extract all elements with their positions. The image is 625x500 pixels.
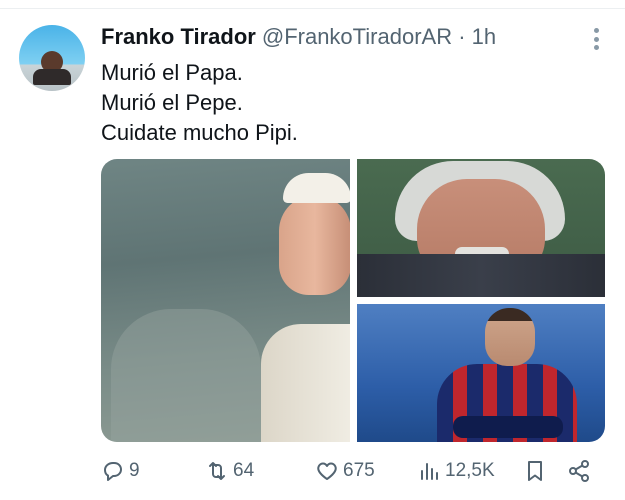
like-count: 675 <box>343 460 375 481</box>
views-button[interactable]: 12,5K <box>417 456 495 486</box>
separator-dot: · <box>458 24 466 49</box>
author-name[interactable]: Franko Tirador <box>101 24 256 50</box>
repost-icon <box>209 462 225 480</box>
tweet-line: Cuidate mucho Pipi. <box>101 120 298 145</box>
reply-icon <box>104 462 122 481</box>
top-divider <box>0 0 625 9</box>
repost-button[interactable]: 64 <box>205 456 254 486</box>
author-handle[interactable]: @FrankoTiradorAR · 1h <box>262 24 496 50</box>
bookmark-icon <box>528 461 542 481</box>
timestamp[interactable]: 1h <box>472 24 496 49</box>
tweet-line: Murió el Papa. <box>101 60 243 85</box>
share-button[interactable] <box>567 456 591 486</box>
pepe-photo[interactable] <box>357 159 605 297</box>
heart-icon <box>317 462 337 480</box>
tweet-text: Murió el Papa. Murió el Pepe. Cuidate mu… <box>101 58 298 148</box>
pope-photo[interactable] <box>101 159 350 442</box>
media-grid <box>101 159 605 442</box>
repost-count: 64 <box>233 460 255 481</box>
tweet-line: Murió el Pepe. <box>101 90 243 115</box>
reply-count: 9 <box>129 460 140 481</box>
tweet-header: Franko Tirador @FrankoTiradorAR · 1h <box>101 22 496 52</box>
avatar[interactable] <box>19 25 85 91</box>
share-icon <box>569 460 589 482</box>
views-icon <box>421 463 438 480</box>
avatar-body <box>33 69 71 85</box>
action-bar: 9 64 675 12,5K <box>101 456 605 486</box>
bookmark-button[interactable] <box>523 456 547 486</box>
pipi-photo[interactable] <box>357 304 605 442</box>
like-button[interactable]: 675 <box>315 456 375 486</box>
handle-text: @FrankoTiradorAR <box>261 24 453 49</box>
more-icon[interactable] <box>593 28 599 50</box>
reply-button[interactable]: 9 <box>101 456 140 486</box>
views-count: 12,5K <box>445 460 495 481</box>
